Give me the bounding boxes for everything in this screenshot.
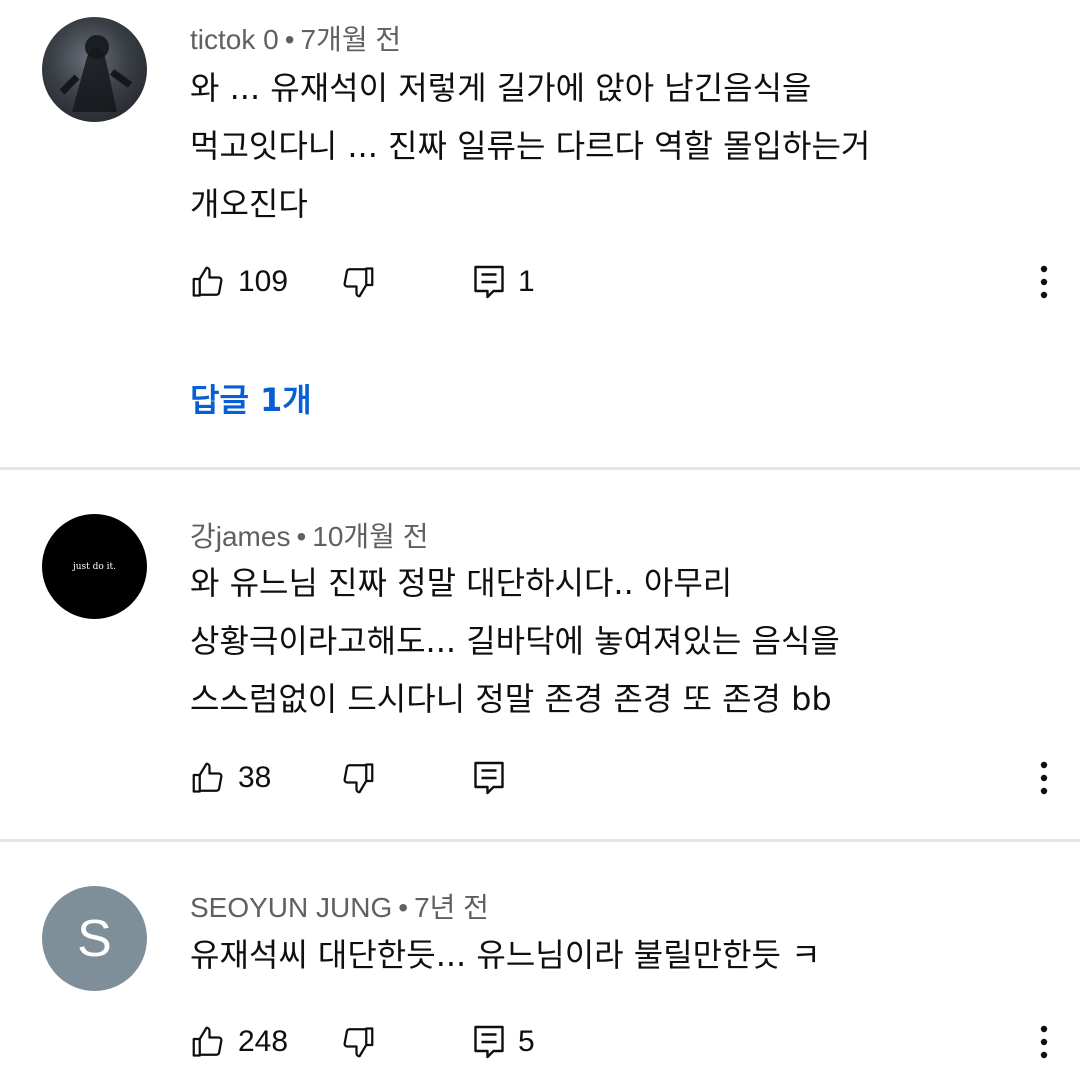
comment-divider [0, 467, 1080, 470]
comment-actions: 248 5 [190, 1022, 1050, 1062]
reply-count: 5 [518, 1025, 535, 1058]
more-vert-icon [1040, 265, 1048, 299]
thumbs-down-icon [343, 267, 374, 298]
comment-reply-icon [474, 265, 504, 299]
comment-line: 개오진다 [190, 185, 308, 223]
comment-time[interactable]: 7개월 전 [301, 24, 402, 55]
dislike-button[interactable] [340, 262, 376, 302]
like-count: 109 [238, 265, 289, 298]
dislike-button[interactable] [340, 758, 376, 798]
reply-button[interactable] [472, 758, 506, 798]
reply-count: 1 [518, 265, 535, 298]
like-button[interactable]: 109 [190, 262, 288, 302]
comment-line: 와 ... 유재석이 저렇게 길가에 앉아 남긴음식을 [190, 69, 812, 107]
comment-divider [0, 839, 1080, 842]
more-vert-icon [1040, 1025, 1048, 1059]
meta-separator: • [296, 521, 307, 552]
comment-time[interactable]: 7년 전 [414, 892, 489, 923]
thumbs-up-icon [192, 762, 223, 793]
user-avatar[interactable]: just do it. [42, 514, 147, 619]
meta-separator: • [398, 892, 409, 923]
like-count: 38 [238, 761, 272, 794]
avatar-letter: S [77, 909, 112, 968]
spiderman-avatar-icon[interactable] [42, 17, 147, 122]
like-button[interactable]: 248 [190, 1022, 288, 1062]
more-actions-button[interactable] [1038, 262, 1050, 302]
comment-author[interactable]: 강james [190, 521, 290, 552]
comment-author[interactable]: SEOYUN JUNG [190, 892, 392, 923]
thumbs-down-icon [343, 763, 374, 794]
user-avatar[interactable]: S [42, 886, 147, 991]
avatar-logo-text: just do it. [72, 561, 117, 572]
comment-line: 상황극이라고해도... 길바닥에 놓여져있는 음식을 [190, 622, 840, 660]
view-replies-link[interactable]: 답글 1개 [190, 375, 312, 421]
more-actions-button[interactable] [1038, 1022, 1050, 1062]
comment-text: 와 유느님 진짜 정말 대단하시다.. 아무리 상황극이라고해도... 길바닥에… [190, 554, 1010, 728]
thumbs-down-icon [343, 1027, 374, 1058]
comment-text: 와 ... 유재석이 저렇게 길가에 앉아 남긴음식을 먹고잇다니 ... 진짜… [190, 59, 1010, 233]
like-count: 248 [238, 1025, 289, 1058]
comment-time[interactable]: 10개월 전 [312, 521, 428, 552]
comment-text: 유재석씨 대단한듯... 유느님이라 불릴만한듯 ㅋ [190, 926, 1010, 984]
comment-line: 스스럼없이 드시다니 정말 존경 존경 또 존경 bb [190, 680, 832, 718]
like-button[interactable]: 38 [190, 758, 271, 798]
comment-line: 와 유느님 진짜 정말 대단하시다.. 아무리 [190, 564, 733, 602]
comment-line: 먹고잇다니 ... 진짜 일류는 다르다 역할 몰입하는거 [190, 127, 871, 165]
more-actions-button[interactable] [1038, 758, 1050, 798]
reply-button[interactable]: 1 [472, 262, 535, 302]
comment-line: 유재석씨 대단한듯... 유느님이라 불릴만한듯 ㅋ [190, 936, 821, 974]
comment-reply-icon [474, 761, 504, 795]
meta-separator: • [284, 24, 295, 55]
more-vert-icon [1040, 761, 1048, 795]
comment-actions: 38 [190, 758, 1050, 798]
comment-author[interactable]: tictok 0 [190, 24, 279, 55]
dislike-button[interactable] [340, 1022, 376, 1062]
comment-meta: SEOYUN JUNG • 7년 전 [190, 886, 489, 926]
thumbs-up-icon [192, 266, 223, 297]
comment-reply-icon [474, 1025, 504, 1059]
comment-meta: 강james • 10개월 전 [190, 515, 428, 555]
comment-meta: tictok 0 • 7개월 전 [190, 18, 401, 58]
thumbs-up-icon [192, 1026, 223, 1057]
comment-actions: 109 1 [190, 262, 1050, 302]
reply-button[interactable]: 5 [472, 1022, 535, 1062]
